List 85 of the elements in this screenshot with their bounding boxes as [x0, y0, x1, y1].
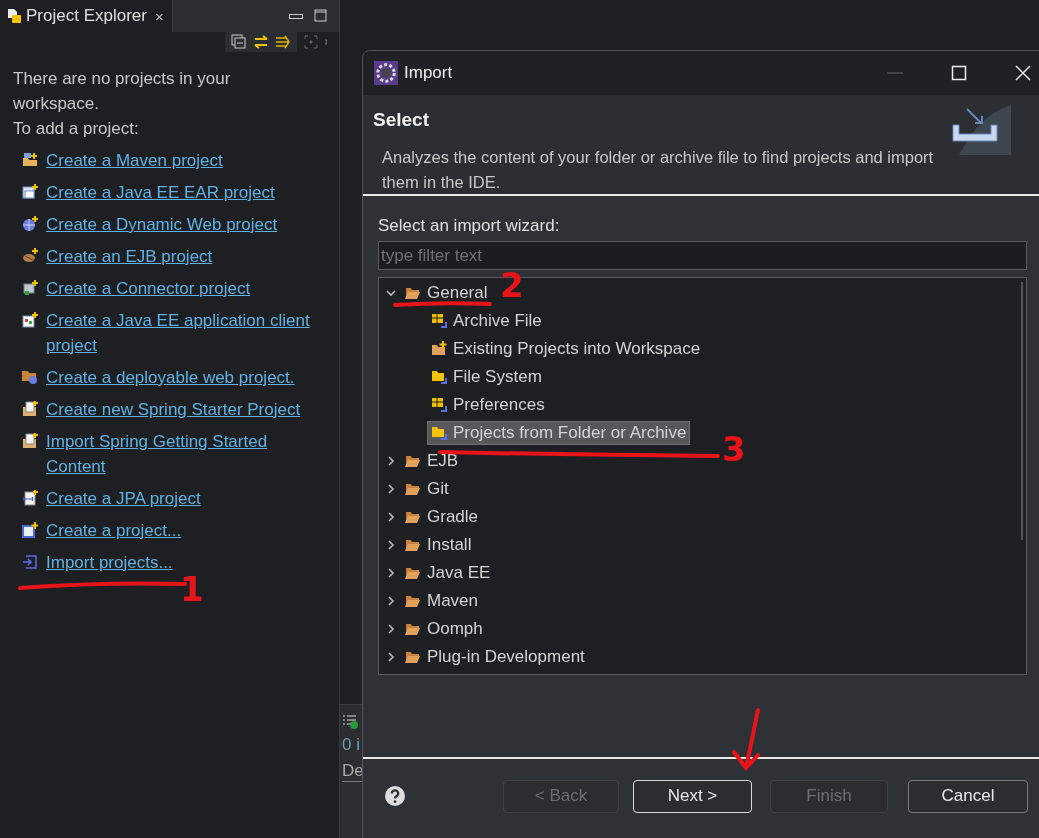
tree-item[interactable]: Gradle	[401, 505, 483, 529]
gear-icon	[374, 61, 398, 85]
folder-icon	[22, 369, 38, 385]
expand-icon[interactable]	[385, 455, 397, 467]
expand-icon[interactable]	[385, 651, 397, 663]
project-link[interactable]: Create a deployable web project.	[46, 365, 295, 390]
window-title: Import	[404, 63, 453, 83]
folder-icon	[431, 341, 447, 357]
filter-field[interactable]: type filter text	[378, 241, 1027, 270]
table-icon	[431, 313, 447, 329]
bean-icon	[22, 248, 38, 264]
tree-item[interactable]: EJB	[401, 449, 463, 473]
project-link[interactable]: Import projects...	[46, 550, 173, 575]
folder-icon	[405, 285, 421, 301]
folder-icon	[405, 593, 421, 609]
file-icon	[6, 8, 22, 24]
folder-icon	[405, 565, 421, 581]
message-text: To add a project:	[13, 118, 140, 140]
close-icon[interactable]: ×	[154, 7, 164, 25]
filter-icon	[275, 34, 291, 50]
tree-item[interactable]: Archive File	[427, 309, 546, 333]
dialog-button[interactable]: Cancel	[908, 779, 1028, 813]
import-tray-icon	[949, 105, 1011, 155]
window-icon	[22, 312, 38, 328]
expand-icon[interactable]	[385, 511, 397, 523]
tree-item[interactable]: Maven	[401, 589, 483, 613]
folder-icon	[405, 481, 421, 497]
window-icon	[22, 184, 38, 200]
folder-icon	[405, 509, 421, 525]
close-icon	[1015, 65, 1031, 81]
tree-item[interactable]: Oomph	[401, 617, 487, 641]
project-link[interactable]: Create a Java EE EAR project	[46, 180, 275, 205]
handwritten-number: 2	[500, 268, 524, 302]
plug-icon	[22, 280, 38, 296]
expand-icon[interactable]	[385, 623, 397, 635]
help-icon	[385, 786, 405, 806]
arrow-stroke	[732, 708, 760, 770]
project-link[interactable]: Create a Dynamic Web project	[46, 212, 278, 237]
maximize-icon	[951, 65, 967, 81]
folder-icon	[431, 369, 447, 385]
tree-item[interactable]: File System	[427, 365, 546, 389]
collapse-icon[interactable]	[385, 287, 397, 299]
focus-icon	[303, 34, 319, 50]
handwritten-number: 3	[722, 432, 746, 466]
folder-icon	[405, 537, 421, 553]
dialog-button[interactable]: Next >	[633, 779, 752, 813]
project-link[interactable]: Create a Java EE application client project	[46, 308, 326, 358]
tree-item[interactable]: Java EE	[401, 561, 495, 585]
folder-icon	[22, 152, 38, 168]
expand-icon[interactable]	[385, 595, 397, 607]
window-icon	[22, 522, 38, 538]
tree-item[interactable]: Plug-in Development	[401, 645, 589, 669]
tree-item[interactable]: Preferences	[427, 393, 549, 417]
expand-icon[interactable]	[385, 567, 397, 579]
tree-item[interactable]: Existing Projects into Workspace	[427, 337, 705, 361]
message-text: There are no projects in your workspace.	[13, 68, 232, 115]
project-link[interactable]: Create a Maven project	[46, 148, 223, 173]
task-list-icon	[342, 713, 358, 729]
globe-icon	[22, 216, 38, 232]
page-heading: Select	[373, 109, 430, 131]
folder-icon	[405, 453, 421, 469]
view-tab[interactable]: Project Explorer ×	[0, 0, 173, 32]
filter-label: Select an import wizard:	[378, 216, 561, 236]
expand-icon[interactable]	[385, 539, 397, 551]
table-icon	[431, 397, 447, 413]
maximize-icon	[313, 8, 329, 24]
project-link[interactable]: Create an EJB project	[46, 244, 213, 269]
folder-icon	[405, 649, 421, 665]
status-text: 0 i	[342, 735, 361, 755]
tree-item[interactable]: Install	[401, 533, 476, 557]
folder-icon	[405, 621, 421, 637]
project-link[interactable]: Import Spring Getting Started Content	[46, 429, 326, 479]
tree-item[interactable]: General	[401, 281, 492, 305]
link-arrows-icon	[253, 34, 269, 50]
folder-icon	[431, 425, 447, 441]
handwritten-number: 1	[180, 572, 204, 606]
tree-item[interactable]: Git	[401, 477, 453, 501]
project-link[interactable]: Create new Spring Starter Project	[46, 397, 301, 422]
project-link[interactable]: Create a Connector project	[46, 276, 251, 301]
page-description: Analyzes the content of your folder or archive file to find projects and import them in the IDE.	[381, 147, 935, 193]
import-icon	[22, 554, 38, 570]
project-link[interactable]: Create a JPA project	[46, 486, 201, 511]
tree-item[interactable]: Projects from Folder or Archive	[427, 421, 691, 445]
expand-icon[interactable]	[385, 483, 397, 495]
project-link[interactable]: Create a project...	[46, 518, 182, 543]
